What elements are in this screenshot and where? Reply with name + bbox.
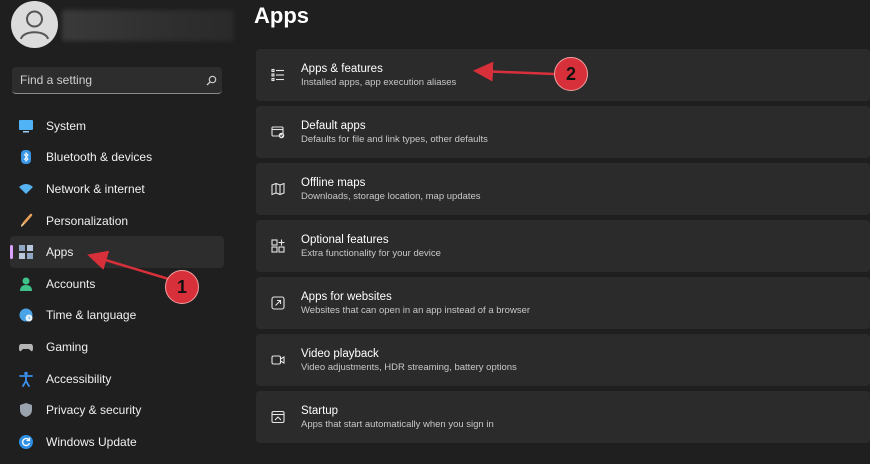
controller-icon (18, 339, 34, 355)
card-subtitle: Apps that start automatically when you s… (301, 418, 494, 430)
brush-icon (18, 213, 34, 229)
sidebar-item-label: Network & internet (46, 181, 145, 196)
globe-clock-icon (18, 307, 34, 323)
startup-icon (270, 409, 286, 425)
user-name-redacted (62, 10, 234, 41)
sidebar-item-label: Privacy & security (46, 403, 142, 418)
map-icon (270, 181, 286, 197)
bluetooth-icon (18, 149, 34, 165)
search-input[interactable]: Find a setting (12, 67, 222, 94)
sidebar-item-label: Apps (46, 245, 74, 260)
sidebar-item-network-internet[interactable]: Network & internet (10, 173, 224, 205)
card-subtitle: Installed apps, app execution aliases (301, 76, 457, 88)
card-subtitle: Defaults for file and link types, other … (301, 133, 488, 145)
card-apps-for-websites[interactable]: Apps for websites Websites that can open… (256, 277, 870, 329)
sidebar-item-personalization[interactable]: Personalization (10, 205, 224, 237)
settings-list: Apps & features Installed apps, app exec… (256, 49, 870, 448)
search-placeholder: Find a setting (20, 73, 93, 87)
sidebar-item-label: Accounts (46, 276, 96, 291)
open-in-app-icon (270, 295, 286, 311)
sidebar-item-label: Windows Update (46, 434, 137, 449)
list-icon (270, 67, 286, 83)
sidebar-item-label: Bluetooth & devices (46, 150, 153, 165)
card-subtitle: Extra functionality for your device (301, 247, 441, 259)
sidebar-item-label: Accessibility (46, 371, 112, 386)
sidebar: Find a setting System Bluetooth & device… (0, 0, 236, 464)
apps-icon (18, 244, 34, 260)
sidebar-item-time-language[interactable]: Time & language (10, 300, 224, 332)
card-title: Offline maps (301, 176, 366, 189)
card-title: Startup (301, 404, 339, 417)
card-subtitle: Video adjustments, HDR streaming, batter… (301, 361, 517, 373)
sidebar-item-gaming[interactable]: Gaming (10, 331, 224, 363)
sidebar-item-label: Time & language (46, 308, 137, 323)
card-title: Video playback (301, 347, 379, 360)
annotation-badge-1: 1 (165, 270, 199, 304)
sidebar-item-system[interactable]: System (10, 110, 224, 142)
card-offline-maps[interactable]: Offline maps Downloads, storage location… (256, 163, 870, 215)
search-icon[interactable] (200, 75, 222, 86)
add-grid-icon (270, 238, 286, 254)
wifi-icon (18, 181, 34, 197)
page-title: Apps (254, 3, 309, 28)
card-subtitle: Downloads, storage location, map updates (301, 190, 481, 202)
card-default-apps[interactable]: Default apps Defaults for file and link … (256, 106, 870, 158)
card-startup[interactable]: Startup Apps that start automatically wh… (256, 391, 870, 443)
refresh-icon (18, 434, 34, 450)
card-title: Apps & features (301, 62, 383, 75)
sidebar-item-label: Gaming (46, 339, 89, 354)
card-title: Default apps (301, 119, 366, 132)
card-subtitle: Websites that can open in an app instead… (301, 304, 531, 316)
person-icon (18, 276, 34, 292)
sidebar-item-privacy-security[interactable]: Privacy & security (10, 394, 224, 426)
card-optional-features[interactable]: Optional features Extra functionality fo… (256, 220, 870, 272)
sidebar-item-windows-update[interactable]: Windows Update (10, 426, 224, 458)
sidebar-item-label: System (46, 118, 87, 133)
sidebar-item-bluetooth-devices[interactable]: Bluetooth & devices (10, 142, 224, 174)
monitor-icon (18, 118, 34, 134)
card-title: Optional features (301, 233, 389, 246)
shield-icon (18, 402, 34, 418)
sidebar-item-accessibility[interactable]: Accessibility (10, 363, 224, 395)
video-icon (270, 352, 286, 368)
avatar[interactable] (11, 1, 58, 48)
sidebar-item-apps[interactable]: Apps (10, 236, 224, 268)
accessibility-icon (18, 371, 34, 387)
sidebar-item-label: Personalization (46, 213, 129, 228)
user-icon (20, 10, 49, 40)
annotation-badge-2: 2 (554, 57, 588, 91)
card-title: Apps for websites (301, 290, 392, 303)
default-apps-icon (270, 124, 286, 140)
card-video-playback[interactable]: Video playback Video adjustments, HDR st… (256, 334, 870, 386)
